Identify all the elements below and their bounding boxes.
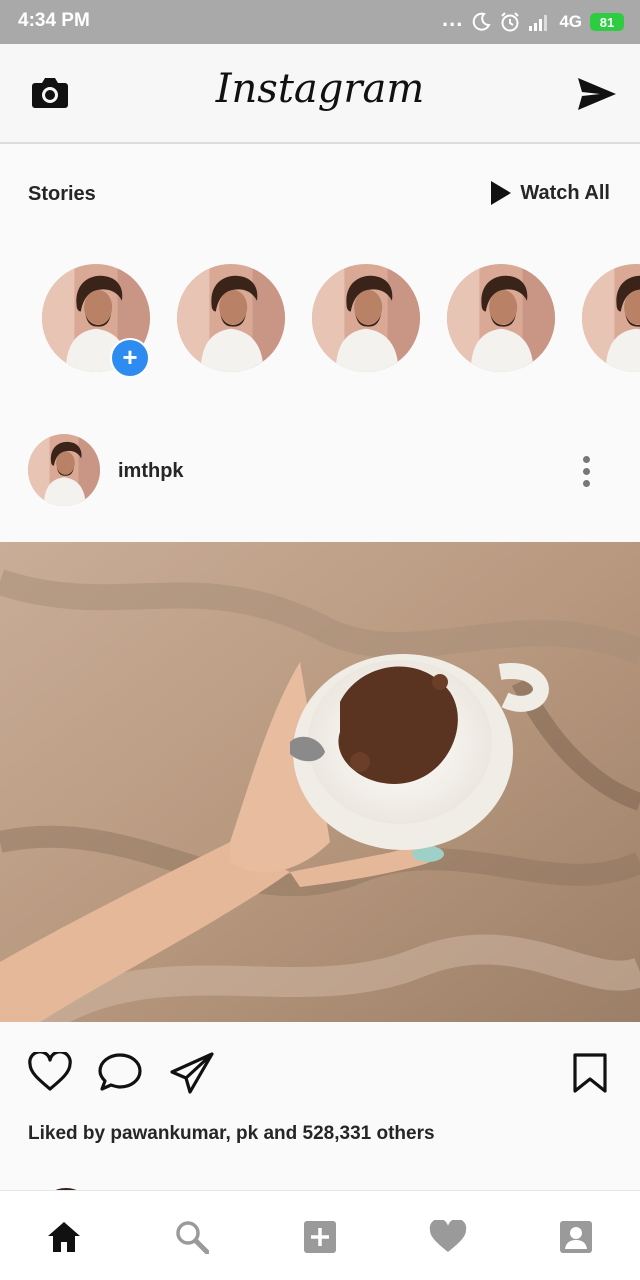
avatar [312, 264, 420, 372]
share-icon[interactable] [170, 1052, 214, 1094]
post-header: imthpk [0, 430, 640, 510]
send-icon[interactable] [578, 78, 616, 110]
post-avatar[interactable] [28, 434, 100, 506]
stories-header: Stories Watch All [0, 145, 640, 240]
alarm-icon [501, 12, 520, 32]
search-icon [176, 1221, 209, 1254]
add-story-icon[interactable]: + [110, 338, 150, 376]
story-item[interactable] [582, 264, 640, 372]
stories-row[interactable]: + [0, 262, 640, 376]
network-type: 4G [559, 12, 582, 31]
watch-all-button[interactable]: Watch All [491, 181, 610, 205]
story-item[interactable] [177, 264, 285, 372]
post-actions [0, 1040, 640, 1110]
battery-level: 81 [599, 14, 615, 30]
play-icon [491, 181, 512, 205]
likes-text[interactable]: Liked by pawankumar, pk and 528,331 othe… [28, 1123, 435, 1145]
comment-icon[interactable] [98, 1052, 142, 1092]
app-logo: Instagram [215, 66, 425, 112]
status-bar: 4:34 PM ... 4G 81 [0, 0, 640, 44]
nav-home[interactable] [44, 1217, 84, 1257]
post-username[interactable]: imthpk [118, 460, 184, 483]
signal-icon [529, 15, 548, 31]
add-icon [304, 1221, 336, 1253]
battery-icon: 81 [590, 13, 624, 31]
profile-icon [560, 1221, 592, 1253]
bottom-nav [0, 1190, 640, 1280]
story-item[interactable] [312, 264, 420, 372]
story-item[interactable] [447, 264, 555, 372]
post-image[interactable] [0, 542, 640, 1022]
status-time: 4:34 PM [18, 10, 90, 31]
nav-profile[interactable] [556, 1217, 596, 1257]
app-header: Instagram [0, 44, 640, 144]
status-indicators: ... 4G 81 [442, 8, 624, 36]
moon-icon [473, 12, 491, 31]
nav-add[interactable] [300, 1217, 340, 1257]
avatar [447, 264, 555, 372]
stories-title: Stories [28, 183, 96, 205]
heart-icon[interactable] [28, 1052, 72, 1092]
bookmark-icon[interactable] [572, 1052, 608, 1094]
more-options-icon[interactable] [576, 456, 596, 490]
avatar [582, 264, 640, 372]
story-item-own[interactable]: + [42, 264, 150, 376]
nav-search[interactable] [172, 1217, 212, 1257]
watch-all-label: Watch All [520, 181, 610, 204]
home-icon [48, 1222, 80, 1252]
avatar [177, 264, 285, 372]
notification-dots: ... [441, 6, 464, 31]
nav-activity[interactable] [428, 1217, 468, 1257]
heart-icon [429, 1220, 467, 1252]
